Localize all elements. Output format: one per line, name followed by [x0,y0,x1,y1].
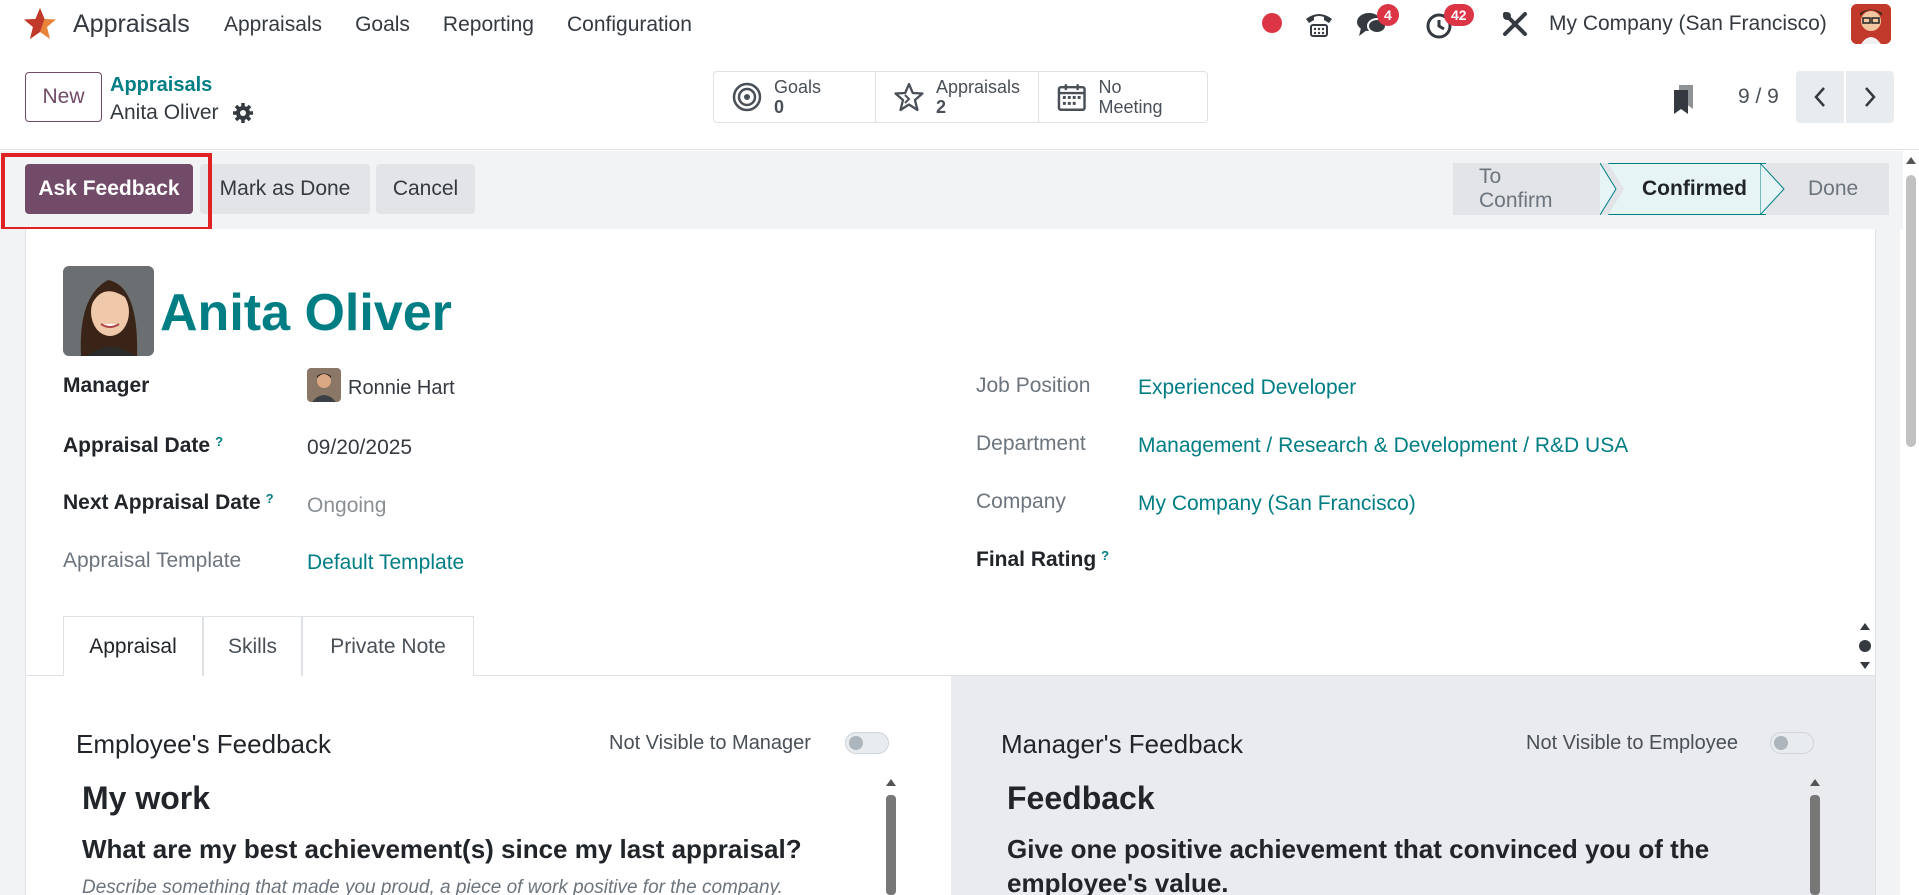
next-appraisal-date-help-icon[interactable]: ? [266,491,274,506]
target-icon [732,82,762,112]
goals-smart-button[interactable]: Goals 0 [714,72,876,122]
appraisals-smart-button[interactable]: Appraisals 2 [876,72,1039,122]
appraisal-template-label: Appraisal Template [63,549,242,572]
activity-count-badge: 42 [1444,4,1474,26]
not-visible-to-manager-toggle[interactable] [845,732,889,754]
chevron-right-icon [1865,87,1876,107]
appraisal-template-value[interactable]: Default Template [307,551,464,575]
pager-value[interactable]: 9 / 9 [1738,85,1779,109]
appraisal-date-label: Appraisal Date? [63,434,223,458]
tab-appraisal[interactable]: Appraisal [63,616,203,677]
department-label: Department [976,432,1086,455]
department-value[interactable]: Management / Research & Development / R&… [1138,434,1628,458]
stage-confirmed[interactable]: Confirmed [1606,163,1766,215]
not-visible-to-employee-label: Not Visible to Employee [1526,732,1738,754]
new-button[interactable]: New [25,72,102,122]
meeting-smart-label: No Meeting [1098,77,1163,117]
goals-smart-label: Goals [774,77,822,97]
employee-feedback-heading[interactable]: My work [82,780,210,817]
employee-feedback-title: Employee's Feedback [76,729,331,759]
pager-previous-button[interactable] [1796,71,1844,123]
employee-feedback-scrollbar[interactable] [884,777,898,895]
pager-next-button[interactable] [1846,71,1894,123]
goals-smart-value: 0 [774,97,785,117]
page-scrollbar-thumb[interactable] [1906,175,1916,447]
top-navbar: Appraisals Appraisals Goals Reporting Co… [0,0,1919,50]
final-rating-label-text: Final Rating [976,548,1097,571]
document-attachment-icon[interactable] [1671,83,1695,115]
mark-as-done-button[interactable]: Mark as Done [200,164,370,214]
not-visible-to-manager-label: Not Visible to Manager [609,732,811,754]
appraisals-smart-value: 2 [935,97,946,117]
resize-handle-icon[interactable] [1857,620,1873,672]
phone-icon[interactable] [1303,9,1335,39]
employee-feedback-question[interactable]: What are my best achievement(s) since my… [82,832,802,866]
highlight-frame [1,153,212,231]
stage-to-confirm[interactable]: To Confirm [1453,163,1606,215]
recording-indicator-icon[interactable] [1262,13,1282,33]
status-bar: To Confirm Confirmed Done [1453,163,1889,215]
job-position-label: Job Position [976,374,1091,397]
appraisal-date-label-text: Appraisal Date [63,434,211,457]
employee-photo[interactable] [63,266,154,356]
form-tabs: Appraisal Skills Private Note [25,616,1876,677]
manager-value[interactable]: Ronnie Hart [348,377,455,400]
appraisal-date-help-icon[interactable]: ? [215,434,223,449]
employee-name: Anita Oliver [160,284,452,342]
user-avatar[interactable] [1851,4,1891,44]
job-position-value[interactable]: Experienced Developer [1138,376,1356,400]
next-appraisal-date-input[interactable]: Ongoing [307,494,386,518]
main-menu: Appraisals Goals Reporting Configuration [224,13,725,37]
smart-buttons: Goals 0 Appraisals 2 No Meeting [713,71,1208,123]
app-name[interactable]: Appraisals [73,10,190,39]
manager-feedback-title: Manager's Feedback [1001,729,1243,759]
employee-feedback-hint[interactable]: Describe something that made you proud, … [82,877,872,895]
gear-icon[interactable] [232,102,254,124]
next-appraisal-date-label-text: Next Appraisal Date [63,491,261,514]
breadcrumb-current: Anita Oliver [110,101,219,124]
star-icon [894,82,924,112]
chevron-left-icon [1814,87,1825,107]
calendar-icon [1057,84,1086,112]
menu-goals[interactable]: Goals [355,13,410,37]
employee-portrait-icon [63,266,154,356]
chat-count-badge: 4 [1377,4,1399,26]
manager-avatar[interactable] [307,368,341,402]
appraisals-app-icon[interactable] [22,6,58,42]
company-value[interactable]: My Company (San Francisco) [1138,492,1416,516]
manager-avatar-image-icon [307,368,341,402]
next-appraisal-date-label: Next Appraisal Date? [63,491,274,515]
menu-configuration[interactable]: Configuration [567,13,692,37]
cancel-button[interactable]: Cancel [376,164,475,214]
user-avatar-image-icon [1851,4,1891,44]
manager-feedback-scrollbar[interactable] [1808,777,1822,895]
not-visible-to-employee-toggle[interactable] [1770,732,1814,754]
appraisals-smart-label: Appraisals [935,77,1020,97]
company-switcher[interactable]: My Company (San Francisco) [1549,12,1827,36]
manager-label: Manager [63,374,150,397]
debug-tools-icon[interactable] [1501,10,1529,38]
control-panel: New Appraisals Anita Oliver Goals 0 Appr… [0,50,1919,150]
tab-skills[interactable]: Skills [203,616,302,676]
breadcrumb-parent-link[interactable]: Appraisals [110,74,212,97]
scroll-up-arrow-icon[interactable] [1905,155,1917,165]
menu-appraisals[interactable]: Appraisals [224,13,322,37]
tab-private-note[interactable]: Private Note [302,616,474,676]
final-rating-help-icon[interactable]: ? [1101,548,1109,563]
company-label: Company [976,490,1066,513]
appraisal-date-input[interactable]: 09/20/2025 [307,436,412,460]
manager-feedback-question[interactable]: Give one positive achievement that convi… [1007,832,1787,895]
stage-arrow-shape [1600,163,1624,215]
manager-feedback-heading[interactable]: Feedback [1007,780,1155,817]
menu-reporting[interactable]: Reporting [443,13,534,37]
meeting-smart-button[interactable]: No Meeting [1039,72,1207,122]
final-rating-label: Final Rating? [976,548,1109,572]
stage-arrow-shape [1760,163,1785,215]
